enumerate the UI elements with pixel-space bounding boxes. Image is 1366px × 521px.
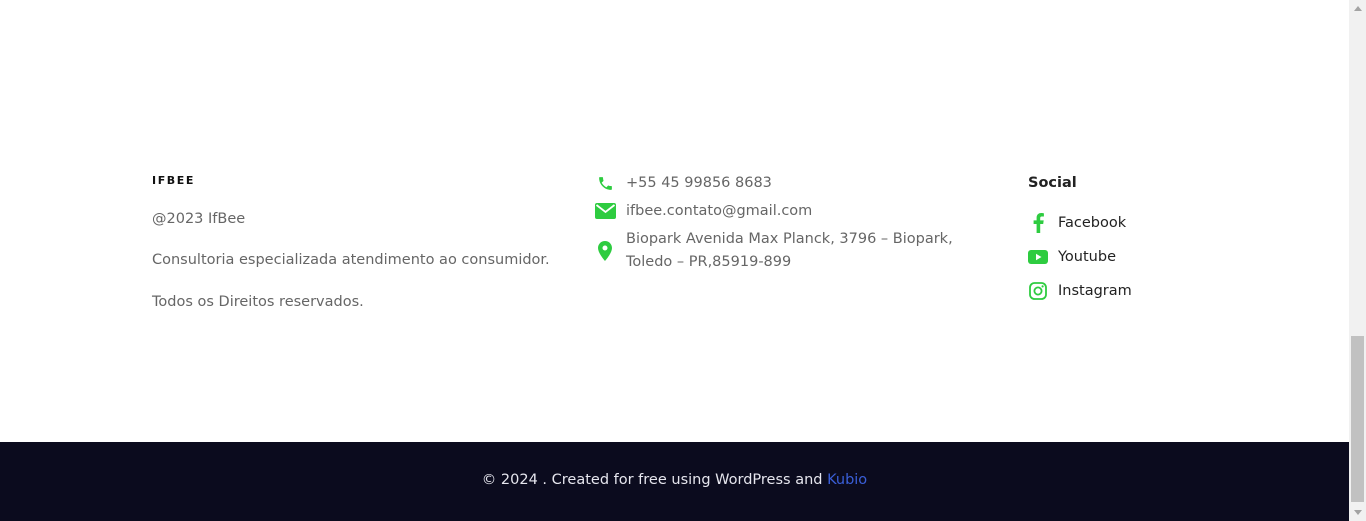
phone-icon <box>594 172 616 194</box>
scroll-down-arrow-icon[interactable] <box>1349 504 1366 521</box>
vertical-scrollbar[interactable] <box>1349 0 1366 521</box>
envelope-icon <box>594 200 616 222</box>
kubio-link[interactable]: Kubio <box>827 472 867 488</box>
social-link-youtube[interactable]: Youtube <box>1028 247 1116 267</box>
scroll-up-arrow-icon[interactable] <box>1349 0 1366 17</box>
social-label-facebook: Facebook <box>1058 215 1127 231</box>
youtube-icon <box>1028 247 1048 267</box>
instagram-icon <box>1028 281 1048 301</box>
brand-rights: Todos os Direitos reservados. <box>152 294 364 310</box>
social-link-facebook[interactable]: Facebook <box>1028 213 1126 233</box>
copyright-text: © 2024 . Created for free using WordPres… <box>481 472 823 488</box>
facebook-icon <box>1028 213 1048 233</box>
contact-phone: +55 45 99856 8683 <box>594 172 772 195</box>
social-label-youtube: Youtube <box>1058 249 1116 265</box>
social-label-instagram: Instagram <box>1058 283 1132 299</box>
contact-address-text: Biopark Avenida Max Planck, 3796 – Biopa… <box>626 231 953 270</box>
footer-bar: © 2024 . Created for free using WordPres… <box>0 442 1349 521</box>
brand-column: IFBEE @2023 IfBee Consultoria especializ… <box>152 174 552 310</box>
contact-phone-text: +55 45 99856 8683 <box>626 175 772 191</box>
map-pin-icon <box>594 240 616 262</box>
page-footer-area: IFBEE @2023 IfBee Consultoria especializ… <box>0 0 1349 521</box>
brand-year: @2023 IfBee <box>152 211 246 227</box>
brand-description: Consultoria especializada atendimento ao… <box>152 252 550 268</box>
social-link-instagram[interactable]: Instagram <box>1028 281 1132 301</box>
social-title: Social <box>1028 175 1077 191</box>
browser-viewport: IFBEE @2023 IfBee Consultoria especializ… <box>0 0 1366 521</box>
contact-address: Biopark Avenida Max Planck, 3796 – Biopa… <box>594 228 996 274</box>
contact-email-text: ifbee.contato@gmail.com <box>626 203 813 219</box>
scrollbar-thumb[interactable] <box>1351 336 1364 502</box>
brand-name: IFBEE <box>152 174 196 187</box>
copyright-line: © 2024 . Created for free using WordPres… <box>0 470 1349 490</box>
contact-email: ifbee.contato@gmail.com <box>594 200 812 223</box>
